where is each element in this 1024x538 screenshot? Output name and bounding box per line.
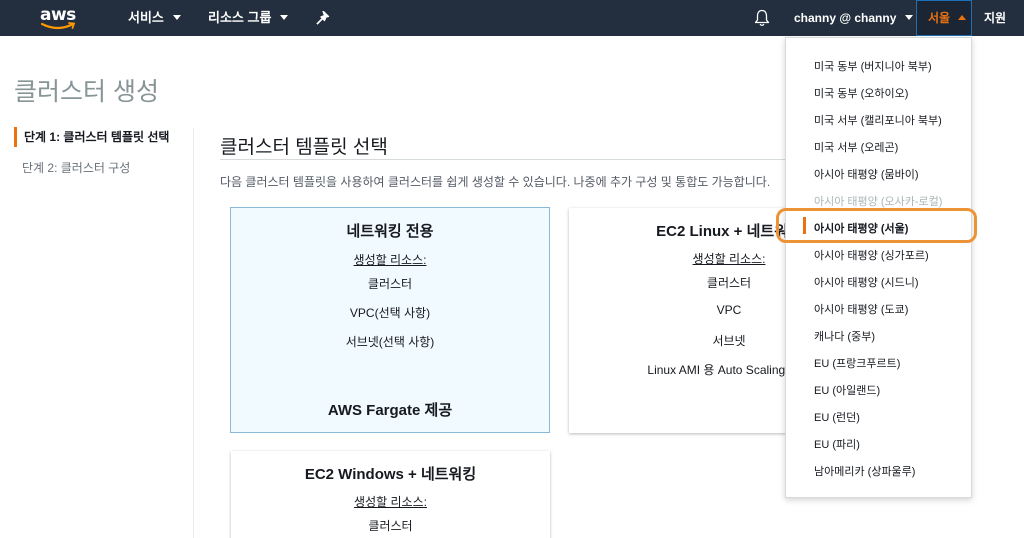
region-option-us-west-n-california[interactable]: 미국 서부 (캘리포니아 북부) (814, 112, 942, 128)
region-chevron-up-icon (958, 15, 967, 20)
region-option-ap-tokyo[interactable]: 아시아 태평양 (도쿄) (814, 301, 908, 317)
region-option-canada-central[interactable]: 캐나다 (중부) (814, 328, 875, 344)
aws-logo[interactable]: aws (40, 5, 80, 31)
card-resource-item: 서브넷(선택 사항) (345, 335, 435, 349)
sidebar-divider (193, 128, 194, 538)
resource-groups-menu[interactable]: 리소스 그룹 (208, 0, 289, 36)
aws-smile-icon (41, 22, 76, 30)
card-resources-label: 생성할 리소스: (354, 495, 427, 509)
section-description: 다음 클러스터 템플릿을 사용하여 클러스터를 쉽게 생성할 수 있습니다. 나… (220, 175, 771, 189)
services-label: 서비스 (128, 10, 164, 25)
region-selector[interactable]: 서울 (916, 0, 972, 36)
region-label: 서울 (928, 11, 951, 25)
region-option-eu-london[interactable]: EU (런던) (814, 409, 860, 425)
bell-icon[interactable] (754, 9, 770, 27)
resource-groups-chevron-down-icon (280, 15, 289, 20)
support-label: 지원 (984, 11, 1007, 25)
region-option-eu-frankfurt[interactable]: EU (프랑크푸르트) (814, 355, 900, 371)
selected-region-highlight (776, 208, 977, 243)
region-option-ap-mumbai[interactable]: 아시아 태평양 (뭄바이) (814, 166, 919, 182)
region-option-ap-sydney[interactable]: 아시아 태평양 (시드니) (814, 274, 919, 290)
region-option-ap-osaka-local: 아시아 태평양 (오사카-로컬) (814, 196, 943, 208)
account-menu[interactable]: channy @ channy (794, 0, 914, 36)
selected-region-indicator (803, 217, 806, 234)
card-title: 네트워킹 전용 (346, 223, 434, 240)
page-title: 클러스터 생성 (14, 78, 159, 106)
card-resources-label: 생성할 리소스: (353, 253, 427, 267)
section-divider (220, 159, 790, 160)
card-resource-item: 클러스터 (367, 277, 413, 291)
region-option-sa-sao-paulo[interactable]: 남아메리카 (상파울루) (814, 463, 915, 479)
region-dropdown-menu: 미국 동부 (버지니아 북부) 미국 동부 (오하이오) 미국 서부 (캘리포니… (785, 37, 972, 498)
step-2-configure-cluster[interactable]: 단계 2: 클러스터 구성 (22, 158, 130, 178)
card-title: EC2 Windows + 네트워킹 (304, 466, 477, 483)
region-option-us-west-oregon[interactable]: 미국 서부 (오레곤) (814, 139, 898, 155)
pushpin-icon[interactable] (316, 11, 330, 25)
section-title: 클러스터 템플릿 선택 (220, 137, 388, 158)
step-1-select-template[interactable]: 단계 1: 클러스터 템플릿 선택 (14, 127, 169, 147)
template-card-ec2-windows[interactable]: EC2 Windows + 네트워킹 생성할 리소스: 클러스터 (231, 451, 550, 538)
services-menu[interactable]: 서비스 (128, 0, 181, 36)
top-navigation-bar: aws 서비스 리소스 그룹 channy @ channy 서울 지원 (0, 0, 1024, 36)
services-chevron-down-icon (172, 15, 181, 20)
resource-groups-label: 리소스 그룹 (208, 10, 272, 25)
region-option-eu-ireland[interactable]: EU (아일랜드) (814, 382, 880, 398)
template-card-networking-only[interactable]: 네트워킹 전용 생성할 리소스: 클러스터 VPC(선택 사항) 서브넷(선택 … (230, 207, 550, 433)
account-chevron-down-icon (905, 15, 914, 20)
support-menu[interactable]: 지원 (984, 0, 1006, 36)
region-option-us-east-ohio[interactable]: 미국 동부 (오하이오) (814, 85, 908, 101)
region-option-eu-paris[interactable]: EU (파리) (814, 436, 860, 452)
card-footer: AWS Fargate 제공 (327, 402, 453, 419)
account-label: channy @ channy (794, 11, 897, 25)
region-option-ap-singapore[interactable]: 아시아 태평양 (싱가포르) (814, 247, 929, 263)
card-resource-item: 클러스터 (368, 519, 413, 533)
region-option-us-east-n-virginia[interactable]: 미국 동부 (버지니아 북부) (814, 58, 932, 74)
card-resource-item: VPC(선택 사항) (349, 306, 431, 320)
